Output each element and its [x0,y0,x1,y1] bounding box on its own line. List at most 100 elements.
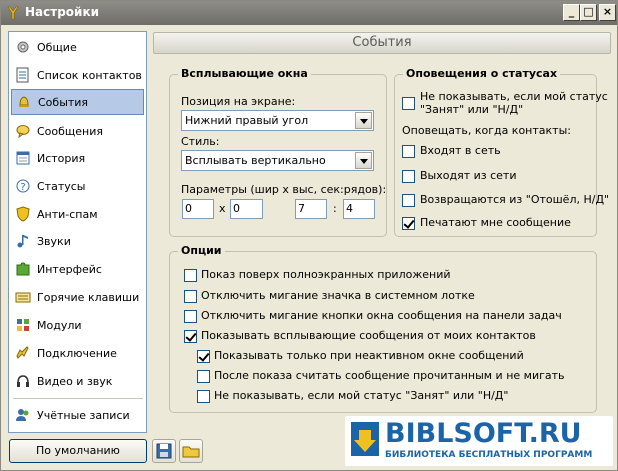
show-over-fullscreen-checkbox[interactable] [184,269,197,282]
sidebar-item-label: Модули [37,318,82,332]
dont-show-when-busy-popups-checkbox[interactable] [197,390,210,403]
app-icon [7,6,19,20]
popup-seconds-input[interactable]: 7 [295,199,327,219]
sidebar-item-label: Подключение [37,346,117,360]
music-note-icon [17,235,28,248]
sidebar-item-statuses[interactable]: ? Статусы [11,173,144,199]
status-notify-group: Оповещения о статусах Не показывать, есл… [394,67,609,237]
size-separator: x [219,202,226,215]
sidebar-item-label: История [37,151,86,165]
sidebar-item-label: Видео и звук [37,374,113,388]
show-contact-popups-checkbox[interactable] [184,330,197,343]
plug-icon [16,346,29,359]
only-inactive-window-label: Показывать только при неактивном окне со… [214,349,524,362]
bell-icon [19,96,29,107]
disable-taskbar-blink-checkbox[interactable] [184,310,197,323]
sidebar-item-interface[interactable]: Интерфейс [11,256,144,282]
sidebar-item-messages[interactable]: Сообщения [11,118,144,144]
sidebar-item-history[interactable]: История [11,145,144,171]
sidebar-item-anti-spam[interactable]: Анти-спам [11,201,144,227]
sidebar-item-label: Анти-спам [37,207,98,221]
popups-legend: Всплывающие окна [178,67,311,80]
dont-show-when-busy-checkbox[interactable] [402,97,415,110]
close-button[interactable]: × [599,4,616,21]
mark-read-after-show-checkbox[interactable] [197,370,210,383]
message-icon [16,125,30,139]
only-inactive-window-checkbox[interactable] [197,350,210,363]
sidebar-item-contact-list[interactable]: Список контактов [11,62,144,88]
shield-icon [16,206,30,222]
position-label: Позиция на экране: [181,95,296,108]
sidebar-item-label: Интерфейс [37,262,102,276]
watermark: BIBLSOFT.RU БИБЛИОТЕКА БЕСПЛАТНЫХ ПРОГРА… [345,416,613,466]
watermark-title: BIBLSOFT.RU [385,418,582,449]
sidebar-separator [13,398,143,399]
sidebar-item-label: События [38,95,89,109]
notify-offline-checkbox[interactable] [402,170,415,183]
status-notify-legend: Оповещения о статусах [403,67,561,80]
sidebar-item-events[interactable]: События [11,89,144,115]
defaults-button[interactable]: По умолчанию [9,439,147,463]
gear-icon [17,41,29,53]
minimize-button[interactable]: _ [563,4,580,21]
chevron-down-icon[interactable] [355,152,372,169]
popup-rows-input[interactable]: 4 [343,199,375,219]
position-select[interactable]: Нижний правый угол [181,110,374,131]
dont-show-label-line2: "Занят" или "Н/Д" [420,103,524,116]
popup-height-input[interactable]: 0 [230,199,263,219]
params-label: Параметры (шир x выс, сек:рядов): [181,183,387,196]
options-legend: Опции [178,244,225,257]
notify-online-checkbox[interactable] [402,145,415,158]
window-title: Настройки [25,5,100,19]
sidebar-item-sounds[interactable]: Звуки [11,228,144,254]
notify-online-label: Входят в сеть [420,144,501,157]
sidebar-item-label: Сообщения [37,124,104,138]
disable-tray-blink-checkbox[interactable] [184,290,197,303]
puzzle-icon [16,262,30,276]
sidebar-item-hotkeys[interactable]: Горячие клавиши [11,284,144,310]
sidebar-item-general[interactable]: Общие [11,34,144,60]
history-icon [16,151,30,165]
sidebar: Общие Список контактов События Сообщения… [8,31,147,433]
sidebar-item-label: Звуки [37,234,71,248]
modules-icon [17,319,29,331]
keyboard-icon [15,292,31,303]
disable-tray-blink-label: Отключить мигание значка в системном лот… [201,289,475,302]
sidebar-item-modules[interactable]: Модули [11,312,144,338]
style-label: Стиль: [181,135,220,148]
dont-show-label-line1: Не показывать, если мой статус [420,90,608,103]
options-group: Опции Показ поверх полноэкранных приложе… [169,244,597,413]
accounts-icon [16,409,29,421]
maximize-button[interactable]: □ [580,4,597,21]
popups-group: Всплывающие окна Позиция на экране: Нижн… [169,67,387,237]
title-bar[interactable]: Настройки _ □ × [1,1,617,25]
save-profile-button[interactable] [152,439,176,463]
sidebar-item-label: Статусы [37,179,86,193]
notify-returning-checkbox[interactable] [402,194,415,207]
svg-text:?: ? [20,182,25,193]
sidebar-item-connection[interactable]: Подключение [11,340,144,366]
style-select[interactable]: Всплывать вертикально [181,150,374,171]
watermark-subtitle: БИБЛИОТЕКА БЕСПЛАТНЫХ ПРОГРАММ [385,450,593,460]
popup-width-input[interactable]: 0 [182,199,214,219]
sidebar-item-label: Список контактов [37,68,142,82]
open-profile-button[interactable] [179,439,203,463]
headphones-icon [17,375,29,387]
notify-when-label: Оповещать, когда контакты: [402,124,571,137]
notify-typing-checkbox[interactable] [402,217,415,230]
show-contact-popups-label: Показывать всплывающие сообщения от моих… [201,329,536,342]
notify-offline-label: Выходят из сети [420,169,517,182]
position-value: Нижний правый угол [185,114,309,127]
chevron-down-icon[interactable] [355,112,372,129]
notify-typing-label: Печатают мне сообщение [420,216,571,229]
settings-window: Настройки _ □ × Общие Список контактов С… [0,0,618,471]
floppy-icon [156,443,172,459]
sidebar-item-video-audio[interactable]: Видео и звук [11,368,144,394]
style-value: Всплывать вертикально [185,154,326,167]
sidebar-item-label: Горячие клавиши [37,290,140,304]
folder-icon [182,446,200,458]
watermark-logo [351,422,379,456]
notify-returning-label: Возвращаются из "Отошёл, Н/Д" [420,193,610,206]
sidebar-item-accounts[interactable]: Учётные записи [11,402,144,428]
disable-taskbar-blink-label: Отключить мигание кнопки окна сообщения … [201,309,562,322]
